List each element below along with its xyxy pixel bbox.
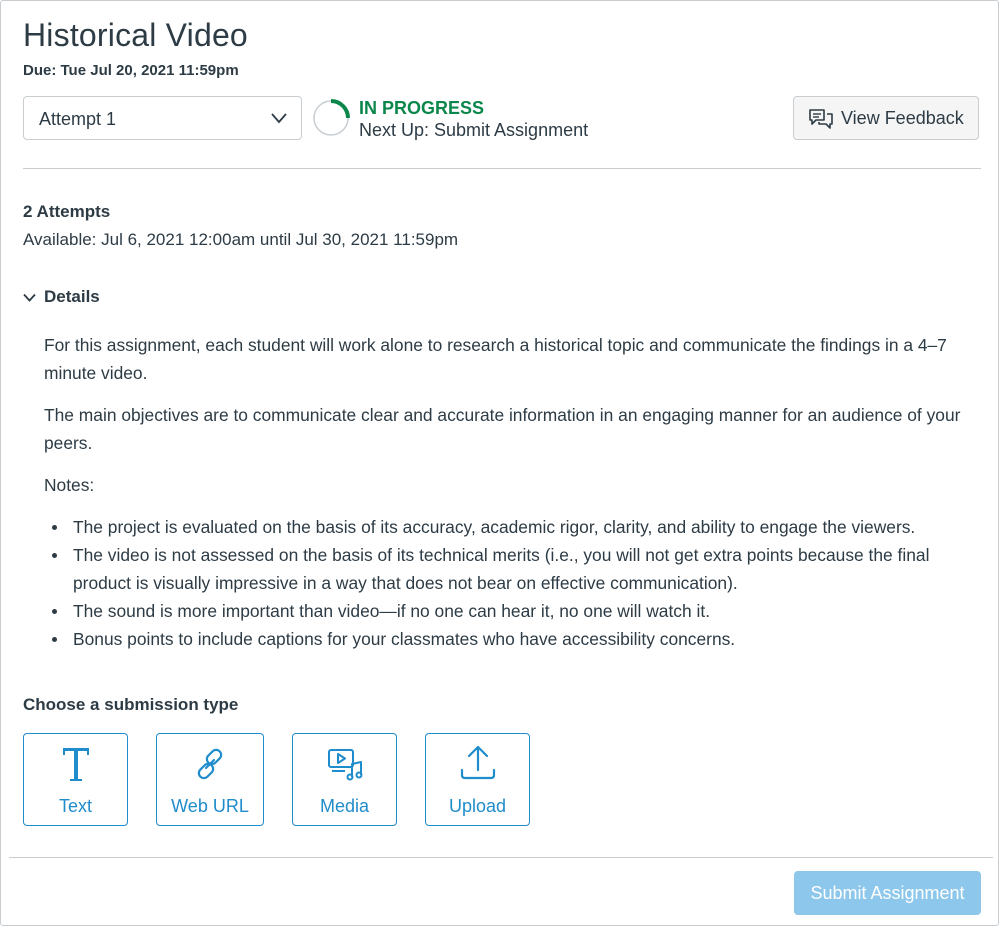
page-title: Historical Video xyxy=(23,17,248,53)
availability-dates: Available: Jul 6, 2021 12:00am until Jul… xyxy=(23,230,459,249)
view-feedback-label: View Feedback xyxy=(841,108,964,128)
list-item: The project is evaluated on the basis of… xyxy=(52,513,979,541)
submission-type-media-button[interactable]: Media xyxy=(292,733,397,826)
submission-type-heading: Choose a submission type xyxy=(23,695,239,714)
attempt-select-value: Attempt 1 xyxy=(39,109,117,129)
due-date: Due: Tue Jul 20, 2021 11:59pm xyxy=(23,62,239,79)
header-divider xyxy=(23,168,981,169)
progress-ring-arc xyxy=(330,99,350,119)
submit-assignment-button[interactable]: Submit Assignment xyxy=(794,871,981,915)
upload-icon xyxy=(460,745,495,780)
attempt-select[interactable]: Attempt 1 xyxy=(23,96,302,140)
details-label: Details xyxy=(44,287,100,306)
chevron-down-icon xyxy=(23,293,36,302)
submission-type-web-url-button[interactable]: Web URL xyxy=(156,733,264,826)
list-item: Bonus points to include captions for you… xyxy=(52,625,979,653)
submission-type-label: Upload xyxy=(448,796,507,816)
next-step-text: Next Up: Submit Assignment xyxy=(359,120,589,140)
description-paragraph: For this assignment, each student will w… xyxy=(44,335,947,383)
list-item: The sound is more important than video—i… xyxy=(52,597,979,625)
text-icon xyxy=(62,748,89,781)
submission-type-label: Web URL xyxy=(171,796,249,816)
chevron-down-icon xyxy=(271,113,287,124)
submission-type-upload-button[interactable]: Upload xyxy=(425,733,530,826)
assignment-description: For this assignment, each student will w… xyxy=(44,331,979,653)
notes-heading: Notes: xyxy=(44,475,95,495)
submit-assignment-label: Submit Assignment xyxy=(810,883,965,903)
footer-divider xyxy=(9,857,993,858)
list-item: The video is not assessed on the basis o… xyxy=(52,541,979,597)
feedback-icon xyxy=(809,109,833,129)
status-label: IN PROGRESS xyxy=(359,98,485,118)
description-paragraph: The main objectives are to communicate c… xyxy=(44,405,961,453)
submission-type-label: Media xyxy=(319,796,370,816)
notes-list: The project is evaluated on the basis of… xyxy=(52,513,979,653)
submission-type-text-button[interactable]: Text xyxy=(23,733,128,826)
media-icon xyxy=(327,749,362,781)
submission-type-label: Text xyxy=(58,796,92,816)
link-icon xyxy=(197,748,223,780)
progress-ring-icon xyxy=(313,99,350,136)
assignment-page: Historical Video Due: Tue Jul 20, 2021 1… xyxy=(0,0,999,926)
attempts-count: 2 Attempts xyxy=(23,202,111,221)
view-feedback-button[interactable]: View Feedback xyxy=(793,96,979,140)
